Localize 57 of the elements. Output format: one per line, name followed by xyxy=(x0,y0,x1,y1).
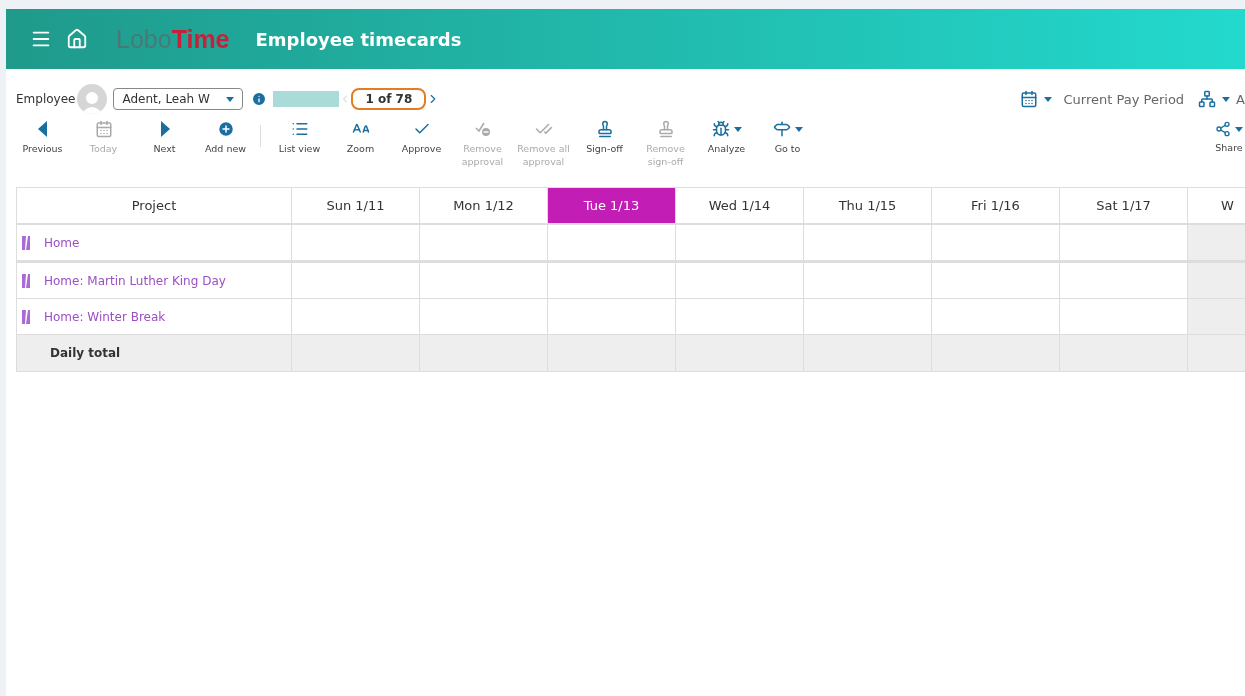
stripe-icon xyxy=(22,235,30,250)
employee-select[interactable]: Adent, Leah W xyxy=(113,88,244,110)
column-header: Mon 1/12 xyxy=(420,187,548,225)
toolbar-button[interactable]: Go to xyxy=(757,119,818,155)
employee-label: Employee xyxy=(16,92,76,106)
calendar-icon xyxy=(94,120,113,138)
share-icon xyxy=(1215,121,1231,137)
list-icon xyxy=(290,120,309,138)
share-button[interactable]: Share xyxy=(1215,119,1243,153)
stamp-icon xyxy=(595,120,614,138)
time-cell xyxy=(1188,335,1245,372)
toolbar-button[interactable]: Add new xyxy=(195,119,256,155)
column-header: Thu 1/15 xyxy=(804,187,932,225)
column-header: Project xyxy=(16,187,292,225)
toolbar-button[interactable]: Zoom xyxy=(330,119,391,155)
toolbar-button[interactable]: Previous xyxy=(12,119,73,155)
record-pager: 1 of 78 xyxy=(351,88,427,110)
column-header: W xyxy=(1188,187,1245,225)
total-label: Daily total xyxy=(50,346,121,360)
page-title: Employee timecards xyxy=(255,28,462,50)
stamp-icon xyxy=(656,120,675,138)
toolbar-button[interactable]: Next xyxy=(134,119,195,155)
caret-icon xyxy=(1043,96,1052,102)
toolbar-button[interactable]: List view xyxy=(269,119,330,155)
column-header: Wed 1/14 xyxy=(676,187,804,225)
project-name[interactable]: Home xyxy=(44,235,80,250)
hierarchy-icon[interactable] xyxy=(1198,90,1217,108)
time-cell xyxy=(1188,263,1245,299)
check-minus-icon xyxy=(474,122,491,136)
toolbar-button[interactable]: Analyze xyxy=(696,119,757,155)
stripe-icon xyxy=(22,309,30,324)
caret-icon xyxy=(1222,96,1231,102)
cut-label: A xyxy=(1236,91,1245,107)
bug-icon xyxy=(711,120,730,138)
caret-icon xyxy=(226,96,235,102)
pay-period-label[interactable]: Current Pay Period xyxy=(1063,91,1185,107)
column-header: Tue 1/13 xyxy=(548,187,676,225)
project-name[interactable]: Home: Martin Luther King Day xyxy=(44,273,226,288)
time-cell xyxy=(1188,299,1245,335)
plus-circle-icon xyxy=(216,120,235,138)
stripe-icon xyxy=(22,273,30,288)
triangle-right-icon xyxy=(159,121,170,137)
signpost-icon xyxy=(772,120,791,138)
column-header: Sat 1/17 xyxy=(1060,187,1188,225)
redacted-block xyxy=(273,91,340,107)
column-header: Fri 1/16 xyxy=(932,187,1060,225)
toolbar-button[interactable]: Approve xyxy=(391,119,452,155)
triangle-left-icon xyxy=(37,121,48,137)
time-cell xyxy=(1188,225,1245,263)
toolbar-button[interactable]: Sign-off xyxy=(574,119,635,155)
project-name[interactable]: Home: Winter Break xyxy=(44,309,166,324)
caret-icon xyxy=(1235,126,1243,132)
home-icon[interactable] xyxy=(66,28,88,50)
info-icon[interactable] xyxy=(251,91,268,107)
avatar-silhouette xyxy=(77,84,108,114)
calendar-icon[interactable] xyxy=(1019,90,1038,108)
column-header: Sun 1/11 xyxy=(292,187,420,225)
